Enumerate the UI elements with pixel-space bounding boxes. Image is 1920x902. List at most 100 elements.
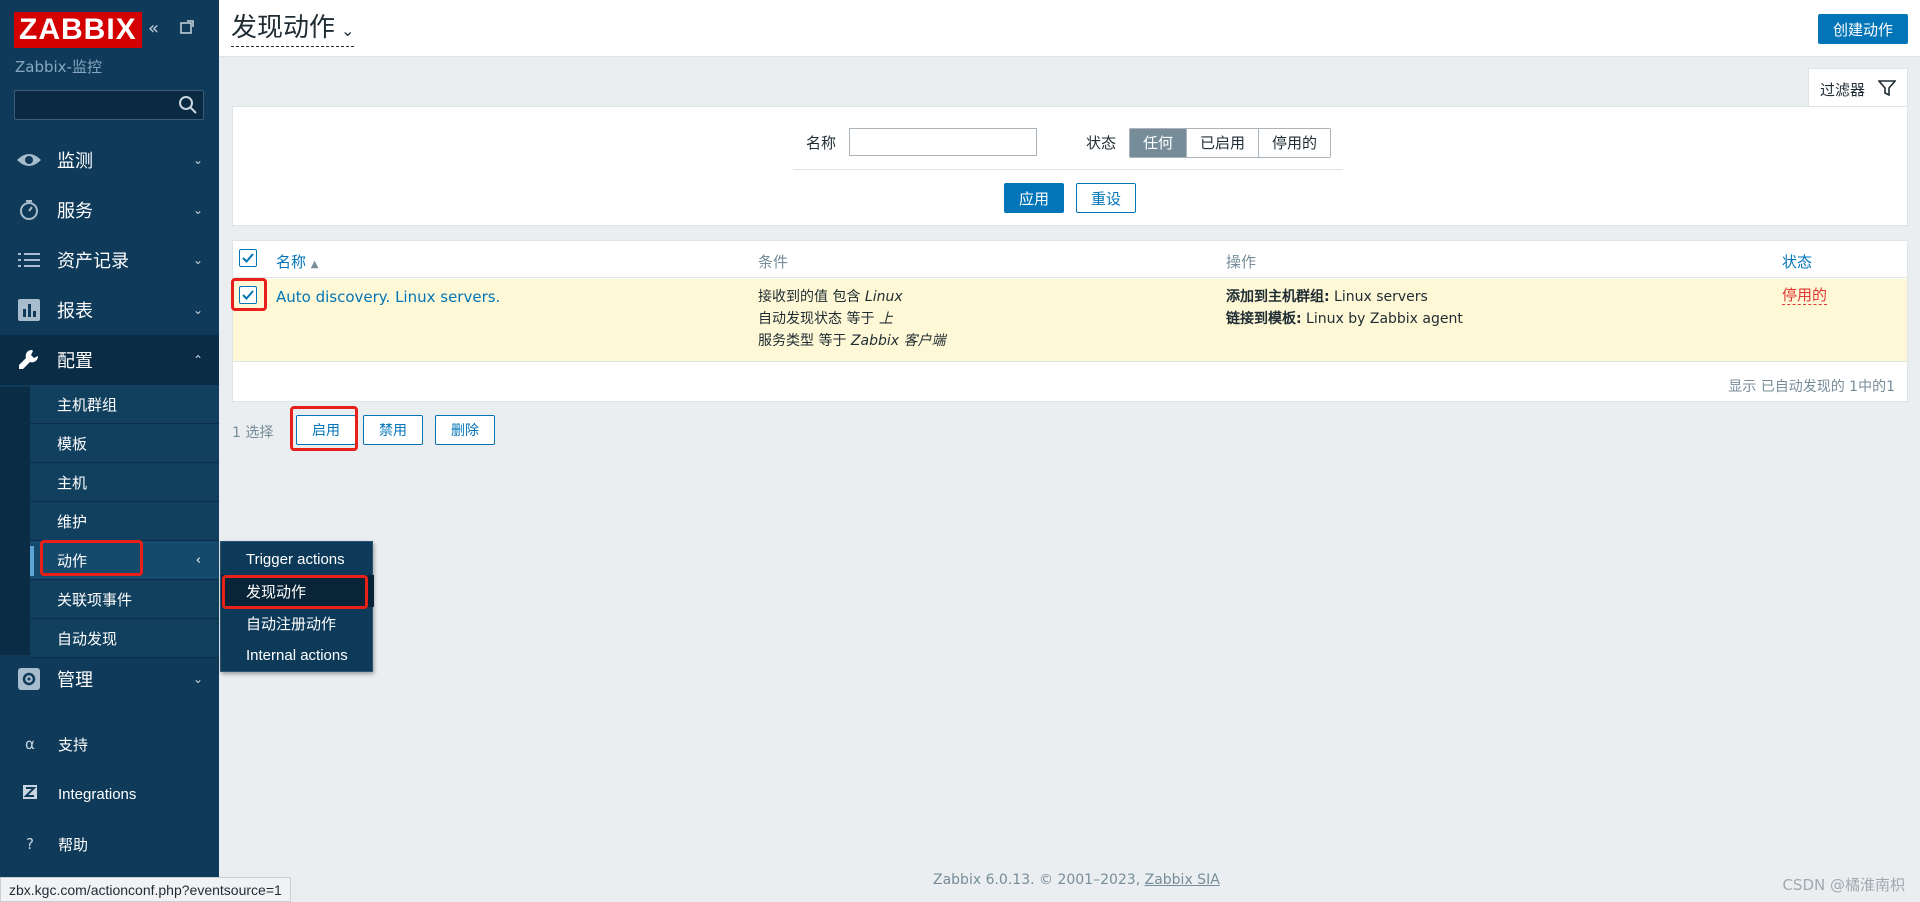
status-option-enabled[interactable]: 已启用 — [1187, 129, 1260, 157]
status-option-any[interactable]: 任何 — [1130, 129, 1188, 157]
chevron-down-icon: ⌄ — [192, 253, 203, 267]
popup-label: 发现动作 — [246, 583, 307, 601]
filter-divider — [793, 169, 1343, 170]
selected-count: 1 选择 — [232, 425, 274, 441]
submenu-event-correlation[interactable]: 关联项事件 — [30, 580, 219, 619]
condition-line: 接收到的值 包含 Linux — [758, 286, 945, 308]
menu-administration[interactable]: 管理 ⌄ — [0, 654, 219, 704]
action-name-link[interactable]: Auto discovery. Linux servers. — [276, 286, 500, 308]
page-title[interactable]: 发现动作 ⌄ — [231, 13, 355, 47]
menu-reports[interactable]: 报表 ⌄ — [0, 285, 219, 335]
sidebar: ZABBIX « Zabbix-监控 监测 ⌄ 服务 ⌄ 资产记录 ⌄ 报表 ⌄… — [0, 0, 219, 902]
zabbix-logo[interactable]: ZABBIX — [14, 12, 142, 48]
submenu-label: 主机群组 — [57, 395, 118, 414]
submenu-discovery[interactable]: 自动发现 — [30, 619, 219, 658]
page-title-text: 发现动作 — [231, 13, 336, 43]
table-header: 名称 ▲ 条件 操作 状态 — [233, 241, 1907, 278]
submenu-label: 主机 — [57, 473, 88, 492]
enable-button[interactable]: 启用 — [296, 415, 356, 445]
kiosk-mode-icon[interactable] — [178, 18, 196, 42]
menu-label: 支持 — [58, 735, 89, 754]
active-marker — [30, 546, 34, 576]
operation-line: 添加到主机群组: Linux servers — [1226, 286, 1463, 308]
sidebar-search-input[interactable] — [14, 90, 204, 120]
action-conditions: 接收到的值 包含 Linux 自动发现状态 等于 上 服务类型 等于 Zabbi… — [758, 286, 945, 352]
headset-icon: ⍺ — [25, 735, 35, 753]
menu-services[interactable]: 服务 ⌄ — [0, 185, 219, 235]
delete-button[interactable]: 删除 — [435, 415, 495, 445]
menu-inventory[interactable]: 资产记录 ⌄ — [0, 235, 219, 285]
footer-link[interactable]: Zabbix SIA — [1145, 872, 1220, 888]
menu-label: 帮助 — [58, 835, 89, 854]
condition-line: 服务类型 等于 Zabbix 客户端 — [758, 330, 945, 352]
page-header: 发现动作 ⌄ 创建动作 — [219, 0, 1920, 57]
popup-trigger-actions[interactable]: Trigger actions — [221, 543, 374, 575]
watermark: CSDN @橘淮南枳 — [1782, 876, 1905, 894]
select-all-checkbox[interactable] — [239, 249, 257, 267]
submenu-label: 关联项事件 — [57, 590, 133, 609]
condition-value: Zabbix 客户端 — [850, 333, 946, 349]
chevron-up-icon: ⌃ — [192, 353, 203, 367]
chart-icon — [15, 296, 43, 324]
clock-icon — [15, 196, 43, 224]
submenu-label: 动作 — [57, 551, 88, 570]
search-icon[interactable] — [178, 95, 198, 115]
question-icon: ? — [26, 835, 34, 853]
column-name[interactable]: 名称 ▲ — [276, 251, 319, 272]
submenu-actions[interactable]: 动作 ‹ — [30, 541, 219, 580]
condition-value: Linux — [864, 289, 903, 305]
filter-panel: 名称 状态 任何 已启用 停用的 应用 重设 — [232, 106, 1908, 226]
menu-label: Integrations — [58, 785, 137, 803]
column-name-label: 名称 — [276, 253, 307, 271]
table-paging-info: 显示 已自动发现的 1中的1 — [1728, 379, 1895, 395]
menu-help[interactable]: ? 帮助 — [0, 819, 219, 869]
menu-configuration[interactable]: 配置 ⌃ — [0, 335, 219, 385]
filter-name-label: 名称 — [806, 134, 837, 152]
submenu-label: 维护 — [57, 512, 88, 531]
collapse-sidebar-icon[interactable]: « — [148, 18, 159, 40]
menu-integrations[interactable]: Integrations — [0, 769, 219, 819]
menu-label: 报表 — [57, 301, 93, 322]
chevron-down-icon: ⌄ — [192, 153, 203, 167]
operation-value: Linux by Zabbix agent — [1301, 311, 1463, 327]
sort-asc-icon: ▲ — [310, 259, 319, 270]
popup-discovery-actions[interactable]: 发现动作 — [221, 575, 374, 607]
row-checkbox[interactable] — [239, 286, 257, 304]
popup-internal-actions[interactable]: Internal actions — [221, 639, 374, 671]
server-name: Zabbix-监控 — [15, 58, 102, 76]
submenu-maintenance[interactable]: 维护 — [30, 502, 219, 541]
chevron-down-icon: ⌄ — [192, 303, 203, 317]
submenu-host-groups[interactable]: 主机群组 — [30, 385, 219, 424]
create-action-button[interactable]: 创建动作 — [1818, 14, 1908, 44]
browser-status-url: zbx.kgc.com/actionconf.php?eventsource=1 — [0, 877, 291, 902]
filter-apply-button[interactable]: 应用 — [1004, 183, 1064, 213]
condition-value: 上 — [878, 311, 893, 327]
column-status[interactable]: 状态 — [1782, 251, 1812, 272]
wrench-icon — [15, 346, 43, 374]
submenu-hosts[interactable]: 主机 — [30, 463, 219, 502]
submenu-label: 自动发现 — [57, 629, 118, 648]
menu-support[interactable]: ⍺ 支持 — [0, 719, 219, 769]
eye-icon — [15, 146, 43, 174]
popup-autoregistration-actions[interactable]: 自动注册动作 — [221, 607, 374, 639]
filter-icon — [1877, 79, 1897, 97]
operation-value: Linux servers — [1329, 289, 1428, 305]
chevron-left-icon: ‹ — [195, 552, 201, 568]
status-badge[interactable]: 停用的 — [1782, 286, 1828, 305]
filter-name-input[interactable] — [849, 128, 1037, 156]
popup-label: Internal actions — [246, 646, 348, 664]
page-footer: Zabbix 6.0.13. © 2001–2023, Zabbix SIA — [933, 872, 1220, 888]
filter-status-label: 状态 — [1086, 134, 1117, 152]
operation-key: 添加到主机群组: — [1226, 289, 1330, 305]
logo-row: ZABBIX — [14, 12, 142, 48]
filter-status-toggle: 任何 已启用 停用的 — [1129, 128, 1332, 158]
filter-reset-button[interactable]: 重设 — [1076, 183, 1136, 213]
filter-tab[interactable]: 过滤器 — [1808, 68, 1908, 107]
disable-button[interactable]: 禁用 — [363, 415, 423, 445]
menu-monitoring[interactable]: 监测 ⌄ — [0, 135, 219, 185]
submenu-templates[interactable]: 模板 — [30, 424, 219, 463]
menu-label: 资产记录 — [57, 251, 129, 272]
popup-label: 自动注册动作 — [246, 615, 337, 633]
zabbix-z-icon — [18, 785, 42, 803]
status-option-disabled[interactable]: 停用的 — [1259, 129, 1331, 157]
